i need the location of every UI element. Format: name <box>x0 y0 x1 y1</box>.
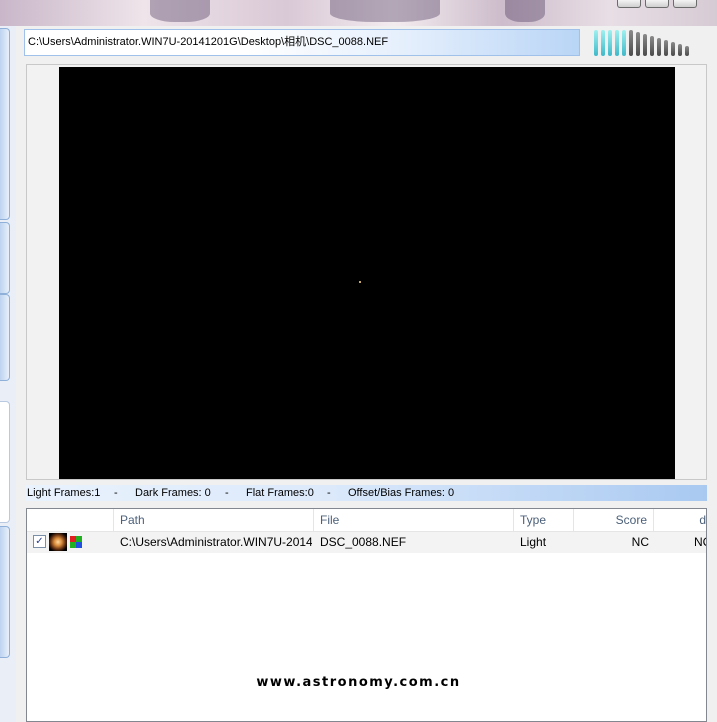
column-header-score[interactable]: Score <box>574 509 654 531</box>
level-bar <box>650 36 654 56</box>
desktop-wallpaper-strip <box>0 0 717 26</box>
level-bar <box>622 30 626 56</box>
watermark-text: www.astronomy.com.cn <box>256 675 461 690</box>
offset-bias-frames-count: Offset/Bias Frames: 0 <box>348 487 455 499</box>
level-bar <box>636 32 640 56</box>
column-header-d[interactable]: d <box>654 509 706 531</box>
image-preview-area <box>26 64 707 480</box>
flat-frames-count: Flat Frames:0 <box>246 487 314 499</box>
level-bar <box>671 42 675 56</box>
window-maximize-button[interactable] <box>645 0 669 8</box>
window-close-button[interactable] <box>673 0 697 8</box>
row-file: DSC_0088.NEF <box>320 535 407 549</box>
sidebar-panel[interactable] <box>0 526 10 658</box>
star-point <box>359 281 361 283</box>
star-thumbnail-icon <box>49 533 67 551</box>
frames-summary-bar: Light Frames:1 - Dark Frames: 0 - Flat F… <box>26 485 707 501</box>
sidebar-panel[interactable] <box>0 222 10 294</box>
separator: - <box>225 487 229 499</box>
level-bar <box>608 30 612 56</box>
row-d: NC <box>694 535 706 549</box>
separator: - <box>114 487 118 499</box>
sidebar-panel[interactable] <box>0 401 10 523</box>
image-preview-canvas[interactable] <box>59 67 675 479</box>
file-path-text: C:\Users\Administrator.WIN7U-20141201G\D… <box>28 36 389 48</box>
level-bar <box>601 30 605 56</box>
level-bar <box>629 30 633 56</box>
column-header-type[interactable]: Type <box>514 509 574 531</box>
bayer-pattern-icon <box>70 536 82 548</box>
light-frames-count: Light Frames:1 <box>27 487 101 499</box>
level-meter <box>590 28 710 60</box>
level-bar <box>678 44 682 56</box>
file-path-bar: C:\Users\Administrator.WIN7U-20141201G\D… <box>24 29 580 56</box>
level-bar <box>685 46 689 56</box>
table-row[interactable]: ✓ C:\Users\Administrator.WIN7U-20141... … <box>27 532 706 553</box>
row-checkbox[interactable]: ✓ <box>33 535 46 548</box>
window-restore-button[interactable] <box>617 0 641 8</box>
column-header-file[interactable]: File <box>314 509 514 531</box>
dark-frames-count: Dark Frames: 0 <box>135 487 211 499</box>
sidebar-panel[interactable] <box>0 28 10 220</box>
column-header-select[interactable] <box>27 509 114 531</box>
row-path: C:\Users\Administrator.WIN7U-20141... <box>120 535 312 549</box>
row-score: NC <box>631 535 649 549</box>
file-list-header: Path File Type Score d <box>27 509 706 532</box>
main-window: C:\Users\Administrator.WIN7U-20141201G\D… <box>0 26 717 722</box>
separator: - <box>327 487 331 499</box>
wallpaper-shape <box>150 0 210 22</box>
row-type: Light <box>520 535 547 549</box>
column-header-path[interactable]: Path <box>114 509 314 531</box>
level-bar <box>657 38 661 56</box>
level-bar <box>643 34 647 56</box>
sidebar-panel[interactable] <box>0 294 10 381</box>
level-bar <box>664 40 668 56</box>
level-bar <box>615 30 619 56</box>
left-sidebar <box>0 26 16 722</box>
level-bar <box>594 30 598 56</box>
wallpaper-shape <box>330 0 440 22</box>
wallpaper-shape <box>505 0 545 22</box>
